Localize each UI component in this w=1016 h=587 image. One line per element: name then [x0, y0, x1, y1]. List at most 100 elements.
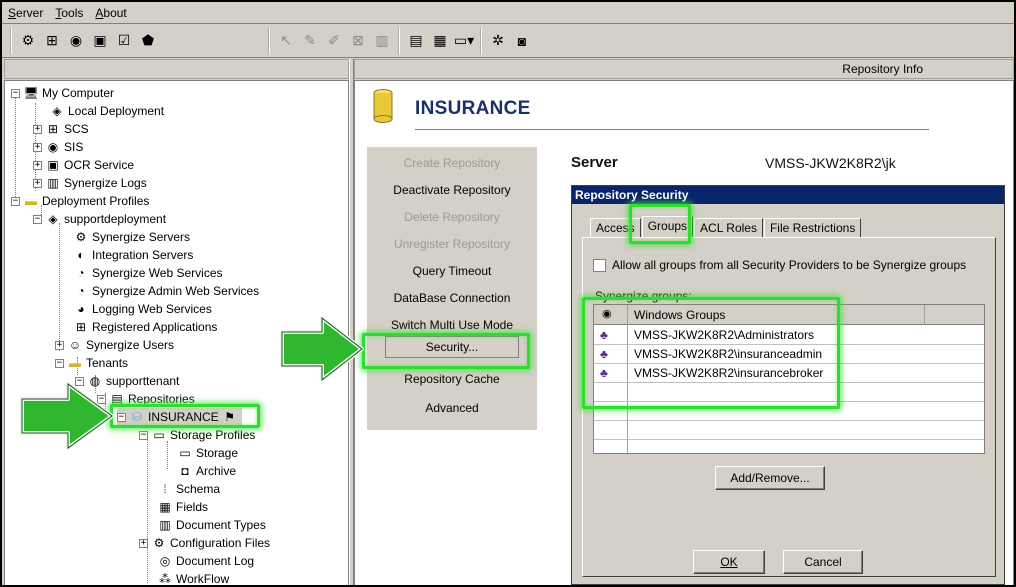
repository-info-pane: INSURANCE Create Repository Deactivate R…	[354, 80, 1014, 585]
ok-button[interactable]: OK	[693, 550, 765, 574]
toolbar-group-view: ▤ ▦ ▭▾	[398, 27, 480, 54]
expand-toggle[interactable]: +	[139, 538, 148, 548]
advanced-action[interactable]: Advanced	[367, 401, 537, 415]
sis-icon[interactable]: ◉	[66, 31, 86, 51]
tree-node-integration-servers[interactable]: ◐ Integration Servers	[73, 246, 193, 264]
monitor-icon[interactable]: ▭▾	[454, 31, 474, 51]
tree-node-schema[interactable]: ⁞ Schema	[157, 480, 220, 498]
tree-node-document-log[interactable]: ◎ Document Log	[157, 552, 254, 570]
tree-node-registered-applications[interactable]: ⊞ Registered Applications	[73, 318, 217, 336]
collapse-toggle[interactable]: −	[11, 196, 20, 206]
table-row[interactable]	[594, 421, 984, 440]
cancel-button[interactable]: Cancel	[783, 550, 863, 574]
expand-toggle[interactable]: +	[33, 178, 42, 188]
checklist-icon[interactable]: ☑	[114, 31, 134, 51]
collapse-toggle[interactable]: −	[33, 214, 42, 224]
security-button[interactable]: Security...	[385, 336, 519, 358]
collapse-toggle[interactable]: −	[11, 88, 20, 98]
layout-icon[interactable]: ▤	[406, 31, 426, 51]
tree-node-web-services[interactable]: ◔ Synergize Web Services	[73, 264, 222, 282]
disable-icon[interactable]: ⊠	[348, 31, 368, 51]
network-icon[interactable]: ⊞	[42, 31, 62, 51]
tree-node-fields[interactable]: ▦ Fields	[157, 498, 208, 516]
tree-node-synergize-users[interactable]: + ☺ Synergize Users	[55, 336, 174, 354]
tree-node-ocr-service[interactable]: + ▣ OCR Service	[33, 156, 134, 174]
deployment-icon: ◈	[48, 212, 58, 226]
tree-node-synergize-servers[interactable]: ⚙ Synergize Servers	[73, 228, 190, 246]
tree-node-synergize-logs[interactable]: + ▥ Synergize Logs	[33, 174, 147, 192]
tab-file-restrictions[interactable]: File Restrictions	[763, 218, 862, 238]
tree-node-archive[interactable]: ◘ Archive	[177, 462, 236, 480]
expand-toggle[interactable]: +	[33, 142, 42, 152]
sis-icon: ◉	[47, 140, 59, 154]
tree-node-supportdeployment[interactable]: − ◈ supportdeployment	[33, 210, 166, 228]
right-pane-title: Repository Info	[842, 62, 923, 76]
toolbar-group-tools: ✲ ◙	[480, 27, 538, 54]
lock-icon[interactable]: ◙	[512, 31, 532, 51]
title-divider	[415, 129, 929, 130]
settings-icon[interactable]: ✲	[488, 31, 508, 51]
edit-multi-icon[interactable]: ✐	[324, 31, 344, 51]
right-pane-header: Repository Info	[354, 59, 1014, 79]
table-row[interactable]: ♣ VMSS-JKW2K8R2\insurancebroker	[594, 364, 984, 383]
table-row[interactable]: ♣ VMSS-JKW2K8R2\Administrators	[594, 326, 984, 345]
tree-node-scs[interactable]: + ⊞ SCS	[33, 120, 89, 138]
menu-about[interactable]: About	[95, 6, 126, 20]
select-icon[interactable]: ↖	[276, 31, 296, 51]
tree-node-document-types[interactable]: ▥ Document Types	[157, 516, 266, 534]
profile-icon[interactable]: ⬟	[138, 31, 158, 51]
tab-groups[interactable]: Groups	[641, 216, 694, 238]
collapse-toggle[interactable]: −	[117, 412, 126, 422]
allow-all-groups-checkbox[interactable]	[593, 258, 606, 272]
document-icon[interactable]: ▥	[372, 31, 392, 51]
expand-toggle[interactable]: +	[55, 340, 64, 350]
tab-access[interactable]: Access	[590, 218, 641, 238]
menu-server[interactable]: Server	[8, 6, 43, 20]
group-name: VMSS-JKW2K8R2\Administrators	[634, 328, 815, 342]
tree-node-insurance[interactable]: − ⛁ INSURANCE ⚑	[117, 408, 242, 426]
delete-repository-action[interactable]: Delete Repository	[367, 210, 537, 224]
tree-node-tenants[interactable]: − ▬ Tenants	[55, 354, 128, 372]
tree-node-workflow[interactable]: ⁂ WorkFlow	[157, 570, 229, 585]
database-connection-action[interactable]: DataBase Connection	[367, 291, 537, 305]
expand-toggle[interactable]: +	[33, 124, 42, 134]
tree-node-label: Repositories	[128, 392, 195, 406]
table-row[interactable]: ♣ VMSS-JKW2K8R2\insuranceadmin	[594, 345, 984, 364]
menu-bar: Server Tools About	[2, 2, 1014, 24]
expand-toggle[interactable]: +	[33, 160, 42, 170]
tree-node-label: Synergize Logs	[64, 176, 147, 190]
deactivate-repository-action[interactable]: Deactivate Repository	[367, 183, 537, 197]
create-repository-action[interactable]: Create Repository	[367, 156, 537, 170]
tree-node-sis[interactable]: + ◉ SIS	[33, 138, 83, 156]
group-icon: ♣	[600, 366, 608, 380]
folder-icon: ▬	[25, 194, 37, 208]
switch-multi-use-mode-action[interactable]: Switch Multi Use Mode	[367, 318, 537, 332]
tab-acl-roles[interactable]: ACL Roles	[694, 218, 763, 238]
tree-node-deployment-profiles[interactable]: − ▬ Deployment Profiles	[11, 192, 149, 210]
repository-cache-action[interactable]: Repository Cache	[367, 372, 537, 386]
tree-node-my-computer[interactable]: − 🖥 My Computer	[11, 84, 114, 102]
collapse-toggle[interactable]: −	[55, 358, 64, 368]
query-timeout-action[interactable]: Query Timeout	[367, 264, 537, 278]
tree-node-admin-web-services[interactable]: ◔ Synergize Admin Web Services	[73, 282, 259, 300]
tree-node-configuration-files[interactable]: + ⚙ Configuration Files	[139, 534, 270, 552]
tree-node-label: Local Deployment	[68, 104, 165, 118]
window-icon[interactable]: ▦	[430, 31, 450, 51]
add-remove-button[interactable]: Add/Remove...	[715, 466, 825, 490]
edit-icon[interactable]: ✎	[300, 31, 320, 51]
book-icon[interactable]: ▣	[90, 31, 110, 51]
unregister-repository-action[interactable]: Unregister Repository	[367, 237, 537, 251]
menu-tools[interactable]: Tools	[55, 6, 83, 20]
tree-node-local-deployment[interactable]: ◈ Local Deployment	[49, 102, 164, 120]
tree-node-logging-web-services[interactable]: ◕ Logging Web Services	[73, 300, 211, 318]
table-row[interactable]	[594, 402, 984, 421]
tree-node-storage-profiles[interactable]: − ▭ Storage Profiles	[139, 426, 255, 444]
tree-node-storage[interactable]: ▭ Storage	[177, 444, 238, 462]
windows-groups-header[interactable]: Windows Groups	[634, 308, 725, 322]
server-icon[interactable]: ⚙	[18, 31, 38, 51]
collapse-toggle[interactable]: −	[139, 430, 148, 440]
table-row[interactable]	[594, 383, 984, 402]
allow-all-groups-row[interactable]: Allow all groups from all Security Provi…	[593, 258, 966, 272]
integration-icon: ◐	[77, 248, 85, 262]
select-column-icon[interactable]: ◉	[602, 307, 612, 320]
